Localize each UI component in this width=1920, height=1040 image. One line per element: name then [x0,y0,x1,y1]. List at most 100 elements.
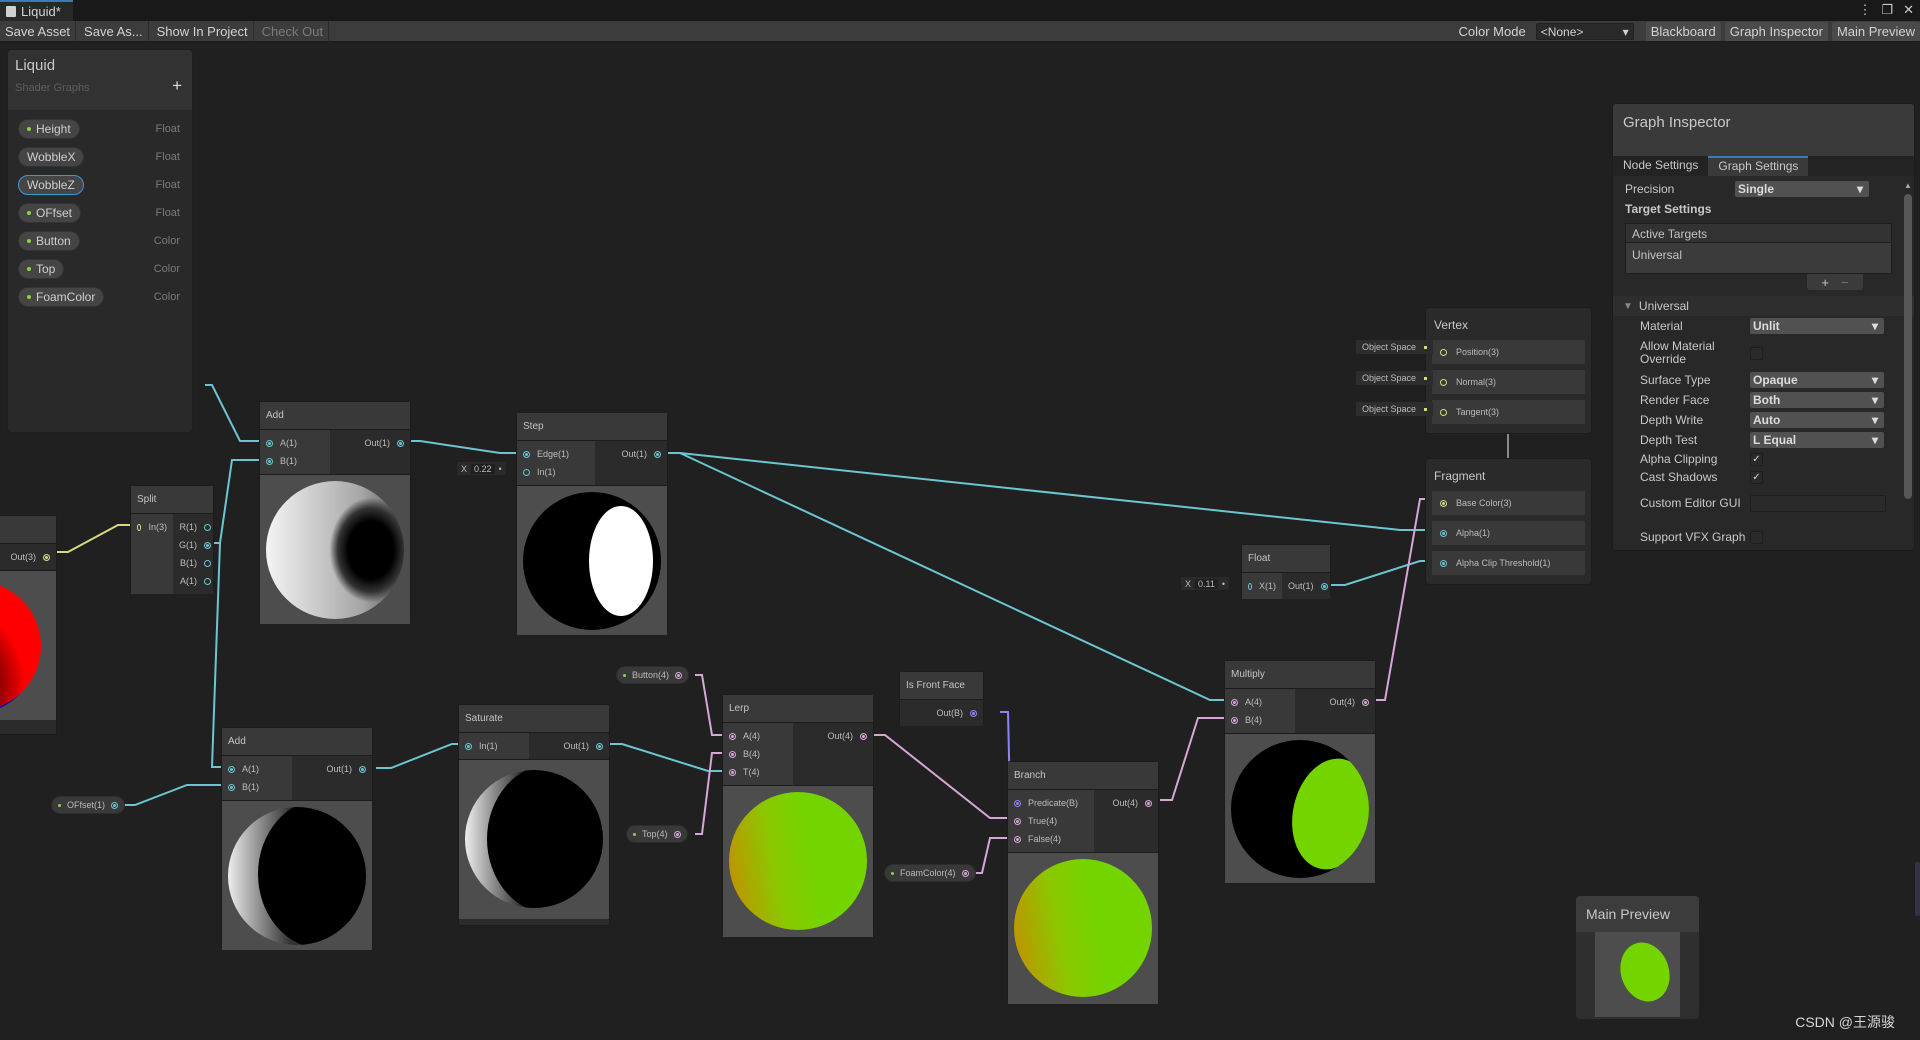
add-target-icon[interactable]: + [1821,275,1829,290]
window-tab[interactable]: Liquid* [0,0,73,21]
property-pill[interactable]: Height [18,119,80,139]
port-out-connector[interactable] [359,765,366,773]
port-t-connector[interactable] [729,768,736,776]
minimap-handle[interactable] [1915,862,1920,916]
object-space-field[interactable]: Object Space [1356,402,1434,416]
port-false-connector[interactable] [1014,835,1021,843]
blackboard-property[interactable]: Height Float [8,115,192,143]
vertex-context[interactable]: Vertex Position(3) Normal(3) Tangent(3) [1425,307,1592,434]
inspector-scrollbar[interactable]: ▲ [1904,176,1912,546]
port-out-connector[interactable] [397,439,404,447]
port-a-connector[interactable] [729,732,736,740]
slot-connector[interactable] [1440,378,1447,386]
blackboard-property[interactable]: Top Color [8,255,192,283]
vertex-slot-normal[interactable]: Normal(3) [1432,370,1585,394]
port-r-connector[interactable] [204,523,211,531]
port-out-connector[interactable] [111,801,119,809]
property-pill[interactable]: WobbleX [18,147,85,167]
node-is-front-face[interactable]: Is Front Face Out(B) [899,671,984,726]
kebab-icon[interactable]: ⋮ [1858,2,1871,18]
scroll-up-icon[interactable]: ▲ [1904,181,1912,190]
allow-override-checkbox[interactable] [1750,346,1763,360]
port-out-connector[interactable] [675,671,683,679]
depth-test-dropdown[interactable]: L Equal ▾ [1750,432,1884,448]
port-predicate-connector[interactable] [1014,799,1021,807]
save-as-button[interactable]: Save As... [79,20,149,42]
node-step[interactable]: Step Edge(1) In(1) Out(1) [516,412,668,635]
port-out-connector[interactable] [654,450,661,458]
port-b-connector[interactable] [266,457,273,465]
float-x-inline-field[interactable]: X 0.11 • [1180,576,1231,591]
property-node-top[interactable]: Top(4) [626,825,688,843]
node-split[interactable]: Split In(3) R(1) G(1) B(1) A(1) [130,485,214,594]
node-branch[interactable]: Branch Predicate(B) True(4) False(4) Out… [1007,761,1159,1004]
port-out-connector[interactable] [961,869,969,877]
property-node-button[interactable]: Button(4) [616,666,690,684]
port-out-connector[interactable] [1320,582,1328,590]
port-out-connector[interactable] [860,732,867,740]
port-b-connector[interactable] [729,750,736,758]
node-partial[interactable]: Out(3) [0,515,57,735]
fragment-slot-alpha-clip[interactable]: Alpha Clip Threshold(1) [1432,551,1585,575]
custom-gui-field[interactable] [1750,494,1886,512]
graph-inspector-toggle[interactable]: Graph Inspector [1724,22,1828,41]
port-x-connector[interactable] [1248,582,1252,590]
property-pill[interactable]: Button [18,231,80,251]
remove-target-icon[interactable]: − [1841,275,1849,290]
port-out-connector[interactable] [673,830,681,838]
property-node-foamcolor[interactable]: FoamColor(4) [884,864,976,882]
slot-connector[interactable] [1440,529,1447,537]
node-float[interactable]: Float X(1) Out(1) [1241,544,1331,599]
slot-connector[interactable] [1440,559,1447,567]
node-add-1[interactable]: Add A(1) B(1) Out(1) [259,401,411,624]
blackboard-property[interactable]: OFfset Float [8,199,192,227]
node-lerp[interactable]: Lerp A(4) B(4) T(4) Out(4) [722,694,874,937]
main-preview-toggle[interactable]: Main Preview [1831,22,1920,41]
port-out-connector[interactable] [970,709,977,717]
property-node-offset[interactable]: OFfset(1) [51,796,126,814]
alpha-clip-checkbox[interactable]: ✓ [1750,452,1763,466]
vfx-checkbox[interactable] [1750,530,1763,544]
save-asset-button[interactable]: Save Asset [0,20,77,42]
port-true-connector[interactable] [1014,817,1021,825]
field-value[interactable]: 0.22 [471,463,495,474]
tab-graph-settings[interactable]: Graph Settings [1708,156,1809,176]
render-face-dropdown[interactable]: Both ▾ [1750,392,1884,408]
field-value[interactable]: 0.11 [1195,578,1218,589]
object-space-field[interactable]: Object Space [1356,371,1434,385]
maximize-icon[interactable]: ❐ [1881,2,1893,18]
cast-shadows-checkbox[interactable]: ✓ [1750,470,1763,484]
port-a-connector[interactable] [266,439,273,447]
precision-dropdown[interactable]: Single ▾ [1735,181,1869,197]
step-in-inline-field[interactable]: X 0.22 • [456,461,507,476]
blackboard-property[interactable]: WobbleZ Float [8,171,192,199]
port-b-connector[interactable] [228,783,235,791]
blackboard-property[interactable]: WobbleX Float [8,143,192,171]
port-a-connector[interactable] [1231,698,1238,706]
property-pill[interactable]: OFfset [18,203,82,223]
vertex-slot-position[interactable]: Position(3) [1432,340,1585,364]
blackboard-property[interactable]: Button Color [8,227,192,255]
port-in-connector[interactable] [465,742,472,750]
tab-node-settings[interactable]: Node Settings [1613,156,1708,176]
port-b-connector[interactable] [1231,716,1238,724]
port-out-connector[interactable] [43,553,50,561]
material-dropdown[interactable]: Unlit ▾ [1750,318,1884,334]
port-in-connector[interactable] [523,468,530,476]
add-property-button[interactable]: + [172,76,182,96]
slot-connector[interactable] [1440,408,1447,416]
property-pill[interactable]: WobbleZ [18,175,84,195]
slot-connector[interactable] [1440,499,1447,507]
port-out-connector[interactable] [1145,799,1152,807]
port-out-connector[interactable] [596,742,603,750]
check-out-button[interactable]: Check Out [257,20,330,42]
blackboard-property[interactable]: FoamColor Color [8,283,192,311]
slot-connector[interactable] [1440,348,1447,356]
target-item[interactable]: Universal [1626,243,1891,273]
fragment-context[interactable]: Fragment Base Color(3) Alpha(1) Alpha Cl… [1425,458,1592,585]
show-in-project-button[interactable]: Show In Project [152,20,254,42]
depth-write-dropdown[interactable]: Auto ▾ [1750,412,1884,428]
port-a-connector[interactable] [204,577,211,585]
port-b-connector[interactable] [204,559,211,567]
fragment-slot-alpha[interactable]: Alpha(1) [1432,521,1585,545]
